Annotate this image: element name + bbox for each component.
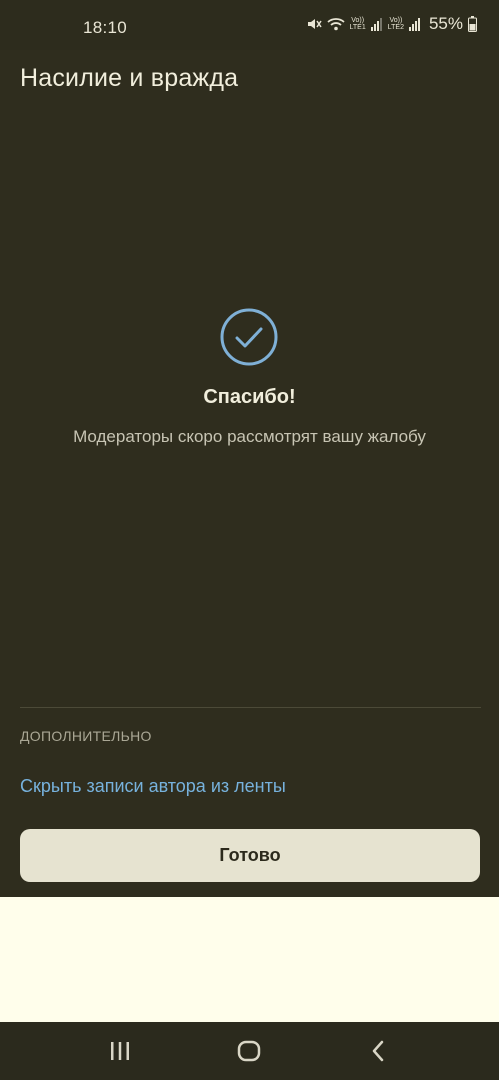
- confirmation-subtitle: Модераторы скоро рассмотрят вашу жалобу: [73, 427, 426, 446]
- mute-icon: [306, 16, 322, 32]
- navigation-bar: [0, 1022, 499, 1080]
- back-icon[interactable]: [366, 1038, 392, 1064]
- signal-icon: [408, 17, 421, 31]
- battery-percent: 55%: [428, 14, 463, 33]
- background-area: [0, 897, 499, 1022]
- page-title: Насилие и вражда: [20, 64, 239, 92]
- status-time: 18:10: [83, 18, 128, 37]
- divider: [20, 707, 481, 708]
- wifi-icon: [326, 16, 345, 32]
- volte-label-2: Vo)): [389, 17, 403, 24]
- check-circle-icon: [220, 308, 278, 366]
- lte2-label: LTE2: [387, 24, 404, 31]
- done-button[interactable]: Готово: [20, 829, 480, 882]
- home-icon[interactable]: [236, 1038, 262, 1064]
- confirmation-title: Спасибо!: [203, 386, 296, 408]
- volte-lte2: Vo)) LTE2: [388, 17, 404, 31]
- status-icons: Vo)) LTE1 Vo)) LTE2 55%: [306, 14, 477, 34]
- volte-label: Vo)): [351, 17, 365, 24]
- additional-section-label: ДОПОЛНИТЕЛЬНО: [20, 728, 152, 744]
- status-bar: 18:10 Vo)) LTE1 Vo)) LTE2 55%: [0, 0, 499, 50]
- recent-apps-icon[interactable]: [107, 1038, 133, 1064]
- report-confirmation-screen: Насилие и вражда Спасибо! Модераторы ско…: [0, 50, 499, 897]
- signal-icon: [370, 17, 383, 31]
- volte-lte1: Vo)) LTE1: [350, 17, 366, 31]
- hide-author-posts-link[interactable]: Скрыть записи автора из ленты: [20, 776, 286, 797]
- lte1-label: LTE1: [349, 24, 366, 31]
- battery-icon: [468, 16, 477, 32]
